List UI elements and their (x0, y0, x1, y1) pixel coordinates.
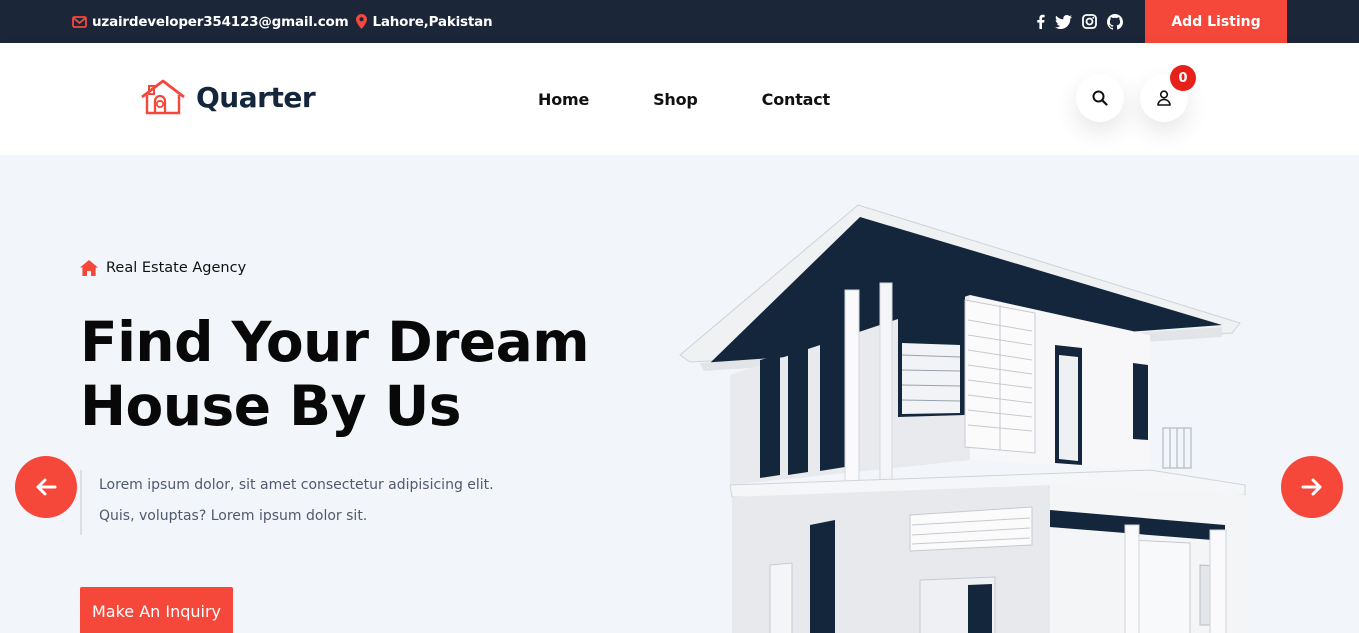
facebook-icon[interactable] (1036, 14, 1045, 29)
user-icon (1157, 90, 1171, 106)
hero-title-line-2: House By Us (80, 374, 461, 438)
previous-slide-button[interactable] (15, 456, 77, 518)
hero-section: Real Estate Agency Find Your Dream House… (0, 155, 1359, 633)
arrow-right-icon (1301, 478, 1322, 496)
twitter-icon[interactable] (1055, 14, 1072, 29)
arrow-left-icon (36, 478, 57, 496)
hero-kicker: Real Estate Agency (80, 260, 246, 276)
nav-home[interactable]: Home (538, 90, 589, 109)
email-link[interactable]: uzairdeveloper354123@gmail.com (72, 13, 349, 30)
map-pin-icon (356, 14, 368, 29)
add-listing-button[interactable]: Add Listing (1145, 0, 1287, 43)
hero-title-line-1: Find Your Dream (80, 310, 590, 374)
main-header: Quarter Home Shop Contact (0, 43, 1359, 155)
contact-info: uzairdeveloper354123@gmail.com Lahore,Pa… (72, 0, 500, 43)
logo-text: Quarter (196, 80, 316, 114)
main-nav: Home Shop Contact (538, 43, 894, 155)
envelope-icon (72, 15, 87, 28)
location-text: Lahore,Pakistan (372, 13, 493, 30)
search-icon (1092, 90, 1108, 106)
social-links (1036, 0, 1133, 43)
hero-kicker-text: Real Estate Agency (106, 260, 247, 276)
top-bar: uzairdeveloper354123@gmail.com Lahore,Pa… (0, 0, 1359, 43)
cart-count-badge: 0 (1170, 65, 1196, 91)
make-inquiry-button[interactable]: Make An Inquiry (80, 587, 233, 633)
house-logo-icon (141, 79, 185, 115)
logo[interactable]: Quarter (140, 79, 316, 115)
instagram-icon[interactable] (1082, 14, 1097, 29)
next-slide-button[interactable] (1281, 456, 1343, 518)
house-illustration (679, 204, 1246, 633)
hero-title: Find Your Dream House By Us (80, 310, 640, 438)
search-button[interactable] (1076, 74, 1124, 122)
hero-description: Lorem ipsum dolor, sit amet consectetur … (80, 470, 494, 535)
nav-contact[interactable]: Contact (762, 90, 831, 109)
home-icon (80, 260, 98, 276)
github-icon[interactable] (1107, 13, 1123, 30)
email-text: uzairdeveloper354123@gmail.com (92, 13, 349, 30)
hero-desc-line-2: Quis, voluptas? Lorem ipsum dolor sit. (99, 508, 368, 524)
location-link[interactable]: Lahore,Pakistan (356, 13, 493, 30)
nav-shop[interactable]: Shop (653, 90, 698, 109)
hero-desc-line-1: Lorem ipsum dolor, sit amet consectetur … (99, 477, 494, 493)
